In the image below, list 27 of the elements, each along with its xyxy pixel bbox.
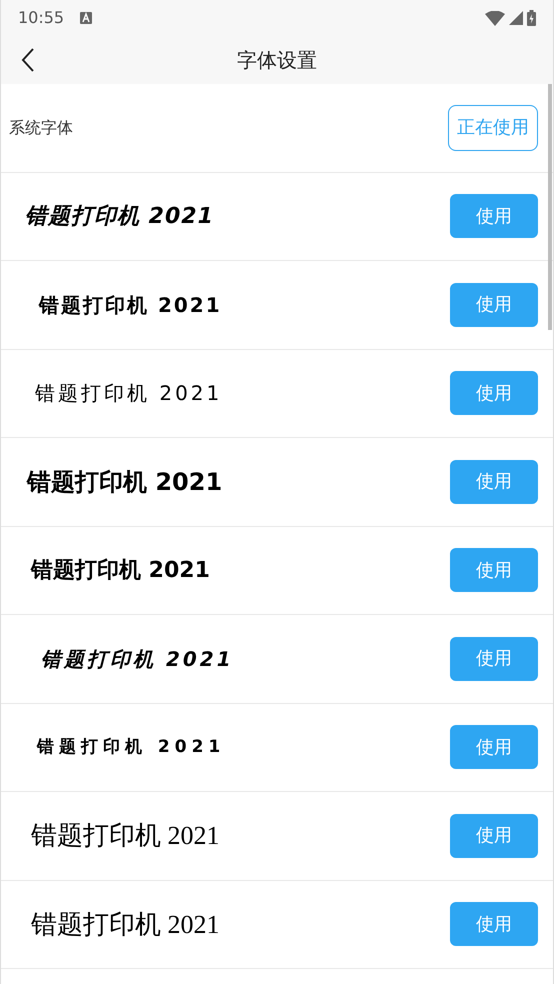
battery-icon: [527, 10, 536, 26]
font-sample: 错题打印机 2021: [25, 466, 222, 498]
use-button[interactable]: 使用: [450, 371, 538, 416]
font-sample: 错题打印机 2021: [40, 646, 234, 673]
font-sample: 错题打印机 2021: [38, 292, 222, 319]
use-button[interactable]: 使用: [450, 636, 538, 681]
font-name: 系统字体: [8, 116, 73, 139]
use-button[interactable]: 使用: [450, 548, 538, 592]
font-sample: 错题打印机 2021: [24, 202, 214, 231]
wifi-icon: [485, 10, 505, 26]
back-icon: [21, 48, 35, 72]
font-sample: 错题打印机 2021: [30, 820, 220, 852]
use-button[interactable]: 使用: [450, 725, 538, 770]
use-button[interactable]: 使用: [450, 814, 538, 858]
use-button[interactable]: 使用: [450, 902, 538, 946]
signal-icon: [509, 11, 523, 25]
font-sample: 错题打印机 2021: [34, 380, 222, 408]
use-button[interactable]: 使用: [450, 460, 538, 504]
in-use-button[interactable]: 正在使用: [448, 104, 538, 151]
status-time: 10:55: [18, 7, 64, 29]
use-button[interactable]: 使用: [450, 194, 538, 238]
use-button[interactable]: 使用: [450, 282, 538, 327]
font-sample: 错题打印机 2021: [29, 556, 210, 585]
font-sample: 错题打印机 2021: [30, 908, 220, 941]
notification-icon: [80, 12, 92, 24]
font-sample: 错题打印机 2021: [36, 736, 226, 758]
toolbar-title: 字体设置: [237, 47, 317, 74]
